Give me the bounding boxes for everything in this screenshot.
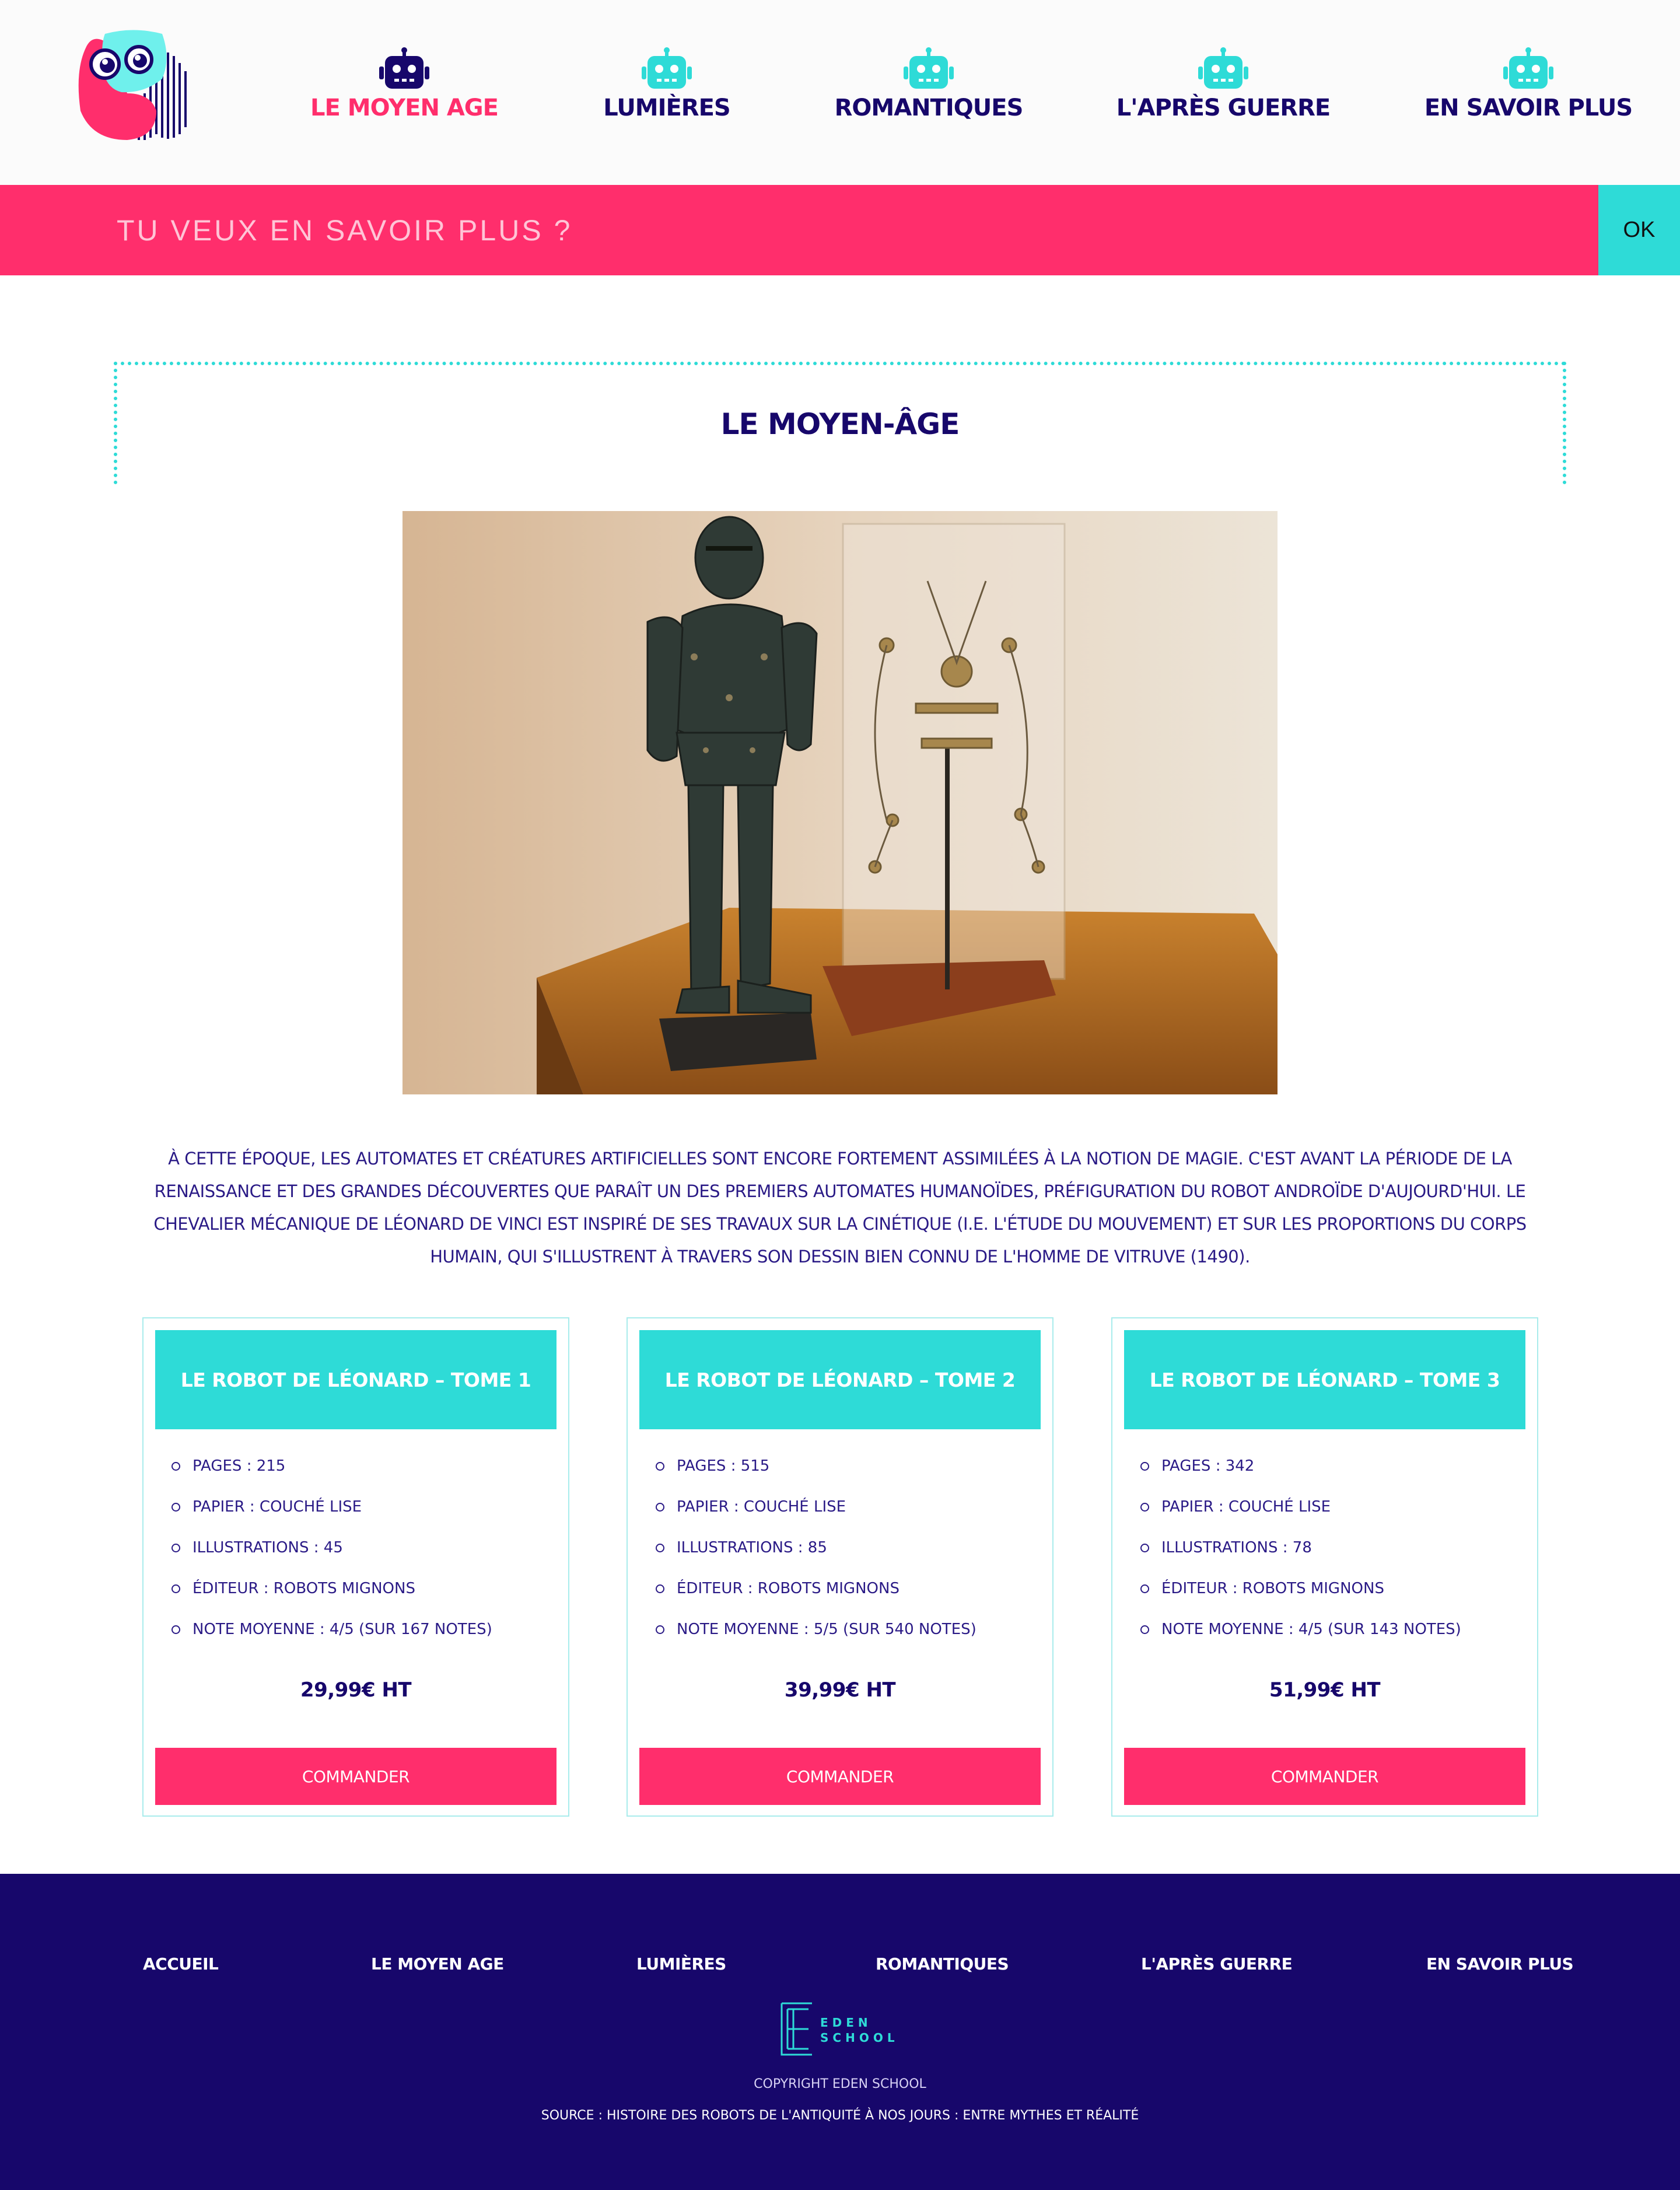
product-price: 51,99€ HT — [1269, 1678, 1381, 1702]
nav-item-label: ROMANTIQUES — [834, 95, 1024, 121]
newsletter-banner: OK — [0, 185, 1680, 275]
nav-item-romantiques[interactable]: ROMANTIQUES — [806, 47, 1051, 121]
product-price: 39,99€ HT — [784, 1678, 896, 1702]
spec-item: ILLUSTRATIONS : 45 — [167, 1527, 552, 1568]
site-header: LE MOYEN AGE LUMIÈRES ROMANTIQUES L'APRÈ… — [0, 0, 1680, 185]
nav-item-label: EN SAVOIR PLUS — [1424, 95, 1633, 121]
footer-link-lumieres[interactable]: LUMIÈRES — [636, 1954, 726, 1974]
product-price: 29,99€ HT — [300, 1678, 412, 1702]
product-specs: PAGES : 342 PAPIER : COUCHÉ LISE ILLUSTR… — [1136, 1446, 1521, 1650]
product-card-header: LE ROBOT DE LÉONARD – TOME 1 — [155, 1330, 556, 1429]
product-specs: PAGES : 215 PAPIER : COUCHÉ LISE ILLUSTR… — [167, 1446, 552, 1650]
spec-item: PAGES : 342 — [1136, 1446, 1521, 1486]
product-title: LE ROBOT DE LÉONARD – TOME 3 — [1149, 1368, 1500, 1391]
order-button[interactable]: COMMANDER — [639, 1748, 1041, 1805]
spec-item: ILLUSTRATIONS : 78 — [1136, 1527, 1521, 1568]
footer-link-moyen-age[interactable]: LE MOYEN AGE — [371, 1954, 504, 1974]
spec-item: ILLUSTRATIONS : 85 — [651, 1527, 1036, 1568]
product-card-header: LE ROBOT DE LÉONARD – TOME 2 — [639, 1330, 1041, 1429]
nav-item-label: LUMIÈRES — [603, 95, 731, 121]
footer-link-en-savoir-plus[interactable]: EN SAVOIR PLUS — [1426, 1954, 1574, 1974]
product-specs: PAGES : 515 PAPIER : COUCHÉ LISE ILLUSTR… — [651, 1446, 1036, 1650]
footer-link-apres-guerre[interactable]: L'APRÈS GUERRE — [1141, 1954, 1293, 1974]
newsletter-input[interactable] — [0, 185, 1598, 275]
robot-head-icon — [1198, 47, 1248, 89]
product-title: LE ROBOT DE LÉONARD – TOME 1 — [180, 1368, 531, 1391]
product-card-header: LE ROBOT DE LÉONARD – TOME 3 — [1124, 1330, 1525, 1429]
spec-item: PAPIER : COUCHÉ LISE — [651, 1486, 1036, 1527]
intro-paragraph: À CETTE ÉPOQUE, LES AUTOMATES ET CRÉATUR… — [153, 1149, 1527, 1267]
spec-item: PAGES : 515 — [651, 1446, 1036, 1486]
product-title: LE ROBOT DE LÉONARD – TOME 2 — [664, 1368, 1016, 1391]
section-title-box: LE MOYEN-ÂGE — [114, 362, 1566, 484]
robot-head-icon — [1503, 47, 1553, 89]
nav-item-en-savoir-plus[interactable]: EN SAVOIR PLUS — [1406, 47, 1651, 121]
eden-school-logo[interactable]: EDEN SCHOOL — [779, 2001, 902, 2057]
spec-item: ÉDITEUR : ROBOTS MIGNONS — [651, 1568, 1036, 1609]
page-title: LE MOYEN-ÂGE — [720, 407, 960, 441]
copyright-text: COPYRIGHT EDEN SCHOOL — [754, 2077, 926, 2091]
spec-item: NOTE MOYENNE : 4/5 (SUR 143 NOTES) — [1136, 1609, 1521, 1650]
nav-item-lumieres[interactable]: LUMIÈRES — [544, 47, 789, 121]
robot-head-icon — [642, 47, 692, 89]
product-card: LE ROBOT DE LÉONARD – TOME 1 PAGES : 215… — [142, 1317, 569, 1817]
nav-item-label: LE MOYEN AGE — [310, 95, 499, 121]
footer-link-accueil[interactable]: ACCUEIL — [143, 1954, 219, 1974]
nav-item-label: L'APRÈS GUERRE — [1116, 95, 1331, 121]
spec-item: PAPIER : COUCHÉ LISE — [167, 1486, 552, 1527]
knight-automaton-photo — [402, 511, 1278, 1094]
site-footer: ACCUEIL LE MOYEN AGE LUMIÈRES ROMANTIQUE… — [0, 1874, 1680, 2190]
ok-button[interactable]: OK — [1598, 185, 1680, 275]
order-button[interactable]: COMMANDER — [1124, 1748, 1525, 1805]
robot-head-icon — [379, 47, 429, 89]
footer-link-romantiques[interactable]: ROMANTIQUES — [876, 1954, 1009, 1974]
spec-item: ÉDITEUR : ROBOTS MIGNONS — [1136, 1568, 1521, 1609]
spec-item: NOTE MOYENNE : 4/5 (SUR 167 NOTES) — [167, 1609, 552, 1650]
nav-item-apres-guerre[interactable]: L'APRÈS GUERRE — [1101, 47, 1346, 121]
order-button[interactable]: COMMANDER — [155, 1748, 556, 1805]
site-logo[interactable] — [69, 23, 197, 152]
spec-item: PAPIER : COUCHÉ LISE — [1136, 1486, 1521, 1527]
source-text: SOURCE : HISTOIRE DES ROBOTS DE L'ANTIQU… — [541, 2108, 1139, 2123]
spec-item: ÉDITEUR : ROBOTS MIGNONS — [167, 1568, 552, 1609]
nav-item-moyen-age[interactable]: LE MOYEN AGE — [282, 47, 527, 121]
robot-head-icon — [904, 47, 954, 89]
spec-item: PAGES : 215 — [167, 1446, 552, 1486]
spec-item: NOTE MOYENNE : 5/5 (SUR 540 NOTES) — [651, 1609, 1036, 1650]
logo-text-eden: EDEN — [820, 2016, 872, 2030]
product-card: LE ROBOT DE LÉONARD – TOME 2 PAGES : 515… — [626, 1317, 1054, 1817]
logo-text-school: SCHOOL — [820, 2031, 899, 2045]
product-card: LE ROBOT DE LÉONARD – TOME 3 PAGES : 342… — [1111, 1317, 1538, 1817]
